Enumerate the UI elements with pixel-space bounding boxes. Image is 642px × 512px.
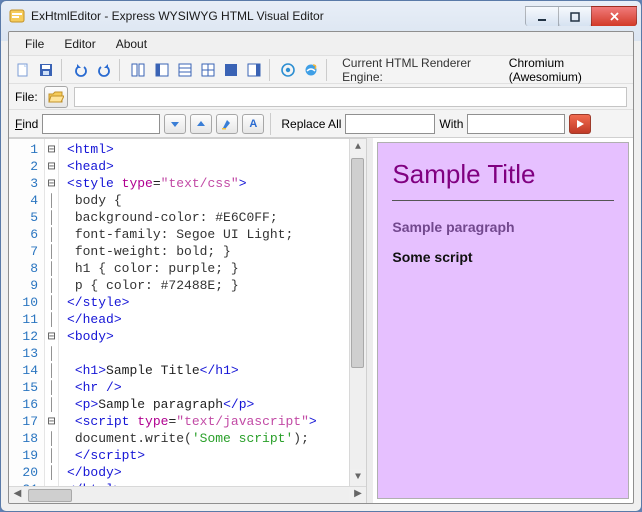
with-label: With [439, 117, 463, 131]
replace-label: Replace All [281, 117, 341, 131]
find-next-up-icon[interactable] [190, 114, 212, 134]
code-line[interactable]: h1 { color: purple; } [67, 260, 349, 277]
toolbar-sep [61, 59, 66, 81]
find-next-down-icon[interactable] [164, 114, 186, 134]
code-line[interactable]: document.write('Some script'); [67, 430, 349, 447]
app-icon [9, 8, 25, 24]
browser-ie-icon[interactable] [301, 59, 321, 81]
hscroll-thumb[interactable] [28, 489, 72, 502]
code-line[interactable]: <h1>Sample Title</h1> [67, 362, 349, 379]
scroll-right-icon[interactable]: ▶ [349, 488, 366, 503]
vscroll-track[interactable] [350, 156, 366, 469]
preview-paragraph: Sample paragraph [392, 219, 614, 235]
highlight-icon[interactable] [216, 114, 238, 134]
menubar: FileEditorAbout [9, 32, 633, 56]
renderer-label: Current HTML Renderer Engine: [342, 56, 500, 84]
menu-editor[interactable]: Editor [54, 34, 105, 54]
code-line[interactable]: </head> [67, 311, 349, 328]
code-line[interactable] [67, 345, 349, 362]
preview-h1: Sample Title [392, 159, 614, 190]
layout-right-icon[interactable] [244, 59, 264, 81]
window-buttons [526, 6, 637, 26]
scroll-down-icon[interactable]: ▼ [350, 469, 365, 486]
file-path-input[interactable] [74, 87, 627, 107]
layout-rows-icon[interactable] [175, 59, 195, 81]
maximize-button[interactable] [558, 6, 592, 26]
vscroll-thumb[interactable] [351, 158, 364, 368]
save-icon[interactable] [36, 59, 56, 81]
with-input[interactable] [467, 114, 565, 134]
replace-input[interactable] [345, 114, 435, 134]
filebar: File: [9, 84, 633, 110]
scroll-left-icon[interactable]: ◀ [9, 488, 26, 503]
toolbar-sep [326, 59, 331, 81]
preview-content: Sample Title Sample paragraph Some scrip… [377, 142, 629, 499]
code-line[interactable]: <script type="text/javascript"> [67, 413, 349, 430]
code-line[interactable]: <html> [67, 141, 349, 158]
titlebar[interactable]: ExHtmlEditor - Express WYSIWYG HTML Visu… [1, 1, 641, 31]
client-area: FileEditorAbout Current HTML Renderer En… [8, 31, 634, 504]
preview-script-output: Some script [392, 249, 614, 265]
code-line[interactable]: <hr /> [67, 379, 349, 396]
renderer-value: Chromium (Awesomium) [509, 56, 629, 84]
layout-full-icon[interactable] [221, 59, 241, 81]
code-line[interactable]: <style type="text/css"> [67, 175, 349, 192]
new-file-icon[interactable] [13, 59, 33, 81]
code-area[interactable]: <html><head><style type="text/css"> body… [59, 139, 349, 486]
layout-left-icon[interactable] [152, 59, 172, 81]
code-line[interactable]: <p>Sample paragraph</p> [67, 396, 349, 413]
match-case-icon[interactable]: A [242, 114, 264, 134]
undo-icon[interactable] [71, 59, 91, 81]
code-line[interactable]: body { [67, 192, 349, 209]
code-line[interactable]: <head> [67, 158, 349, 175]
horizontal-scrollbar[interactable]: ◀ ▶ [9, 486, 366, 503]
toolbar-sep [119, 59, 124, 81]
window-title: ExHtmlEditor - Express WYSIWYG HTML Visu… [31, 9, 526, 23]
code-line[interactable]: </body> [67, 464, 349, 481]
code-line[interactable]: </style> [67, 294, 349, 311]
findbar: Find A Replace All With [9, 110, 633, 138]
hscroll-track[interactable] [26, 488, 349, 503]
close-button[interactable] [591, 6, 637, 26]
menu-about[interactable]: About [106, 34, 157, 54]
code-line[interactable]: font-family: Segoe UI Light; [67, 226, 349, 243]
scroll-up-icon[interactable]: ▲ [350, 139, 365, 156]
menu-file[interactable]: File [15, 34, 54, 54]
open-file-icon[interactable] [44, 86, 68, 108]
fold-column[interactable]: ⊟⊟⊟││││││││⊟││││⊟│││ [45, 139, 59, 486]
app-window: ExHtmlEditor - Express WYSIWYG HTML Visu… [0, 0, 642, 512]
minimize-button[interactable] [525, 6, 559, 26]
preview-hr [392, 200, 614, 201]
code-line[interactable]: p { color: #72488E; } [67, 277, 349, 294]
file-label: File: [15, 90, 38, 104]
vertical-scrollbar[interactable]: ▲ ▼ [349, 139, 366, 486]
findbar-sep [270, 113, 275, 135]
find-label: Find [15, 117, 38, 131]
code-line[interactable]: </script> [67, 447, 349, 464]
toolbar-sep [269, 59, 274, 81]
layout-grid-icon[interactable] [198, 59, 218, 81]
line-gutter: 123456789101112131415161718192021 [9, 139, 45, 486]
editor-pane: 123456789101112131415161718192021 ⊟⊟⊟│││… [9, 138, 367, 503]
code-line[interactable]: <body> [67, 328, 349, 345]
preview-pane: Sample Title Sample paragraph Some scrip… [373, 138, 633, 503]
code-line[interactable]: background-color: #E6C0FF; [67, 209, 349, 226]
redo-icon[interactable] [94, 59, 114, 81]
layout-split-icon[interactable] [128, 59, 148, 81]
code-editor[interactable]: 123456789101112131415161718192021 ⊟⊟⊟│││… [9, 138, 366, 486]
main-split: 123456789101112131415161718192021 ⊟⊟⊟│││… [9, 138, 633, 503]
toolbar: Current HTML Renderer Engine: Chromium (… [9, 56, 633, 84]
replace-go-icon[interactable] [569, 114, 591, 134]
browser-chrome-icon[interactable] [278, 59, 298, 81]
find-input[interactable] [42, 114, 160, 134]
code-line[interactable]: font-weight: bold; } [67, 243, 349, 260]
